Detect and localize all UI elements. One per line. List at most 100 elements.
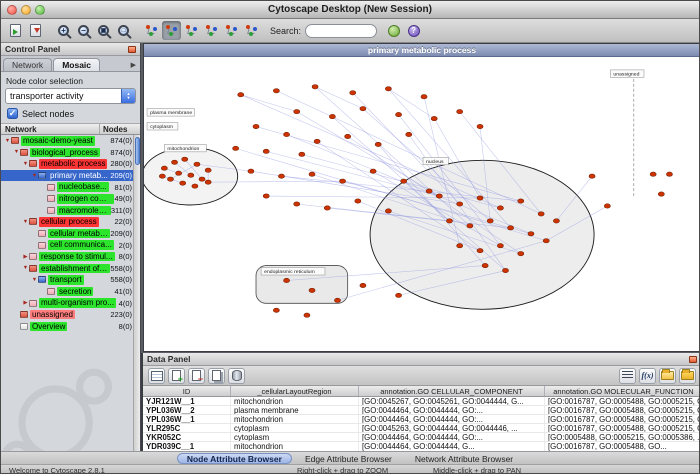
filter-icon[interactable] [222,21,241,40]
graph-node[interactable] [446,219,452,223]
tree-expand-icon[interactable]: ▼ [31,277,38,283]
graph-node[interactable] [497,206,503,210]
search-input[interactable] [305,24,377,38]
tree-item-secretion[interactable]: secretion41(0) [1,286,140,298]
graph-node[interactable] [518,199,524,203]
graph-node[interactable] [457,244,463,248]
table-cell[interactable]: [GO:0044464, GO:0044444, GO:... [359,415,545,423]
graph-node[interactable] [355,199,361,203]
graph-node[interactable] [518,251,524,255]
create-network-view-icon[interactable] [162,21,181,40]
table-cell[interactable]: [GO:0044464, GO:0044444, GO:... [359,433,545,441]
graph-node[interactable] [482,263,488,267]
table-cell[interactable]: YJR121W__1 [143,397,231,405]
graph-node[interactable] [457,109,463,113]
graph-node[interactable] [477,196,483,200]
graph-node[interactable] [553,219,559,223]
table-cell[interactable]: cytoplasm [231,424,359,432]
select-attributes-icon[interactable] [148,368,165,384]
annotation-icon[interactable] [242,21,261,40]
graph-node[interactable] [502,268,508,272]
graph-node[interactable] [401,179,407,183]
tree-item-multi-organism-pro[interactable]: ▶multi-organism pro...4(0) [1,297,140,309]
tree-expand-icon[interactable]: ▼ [22,265,29,271]
graph-node[interactable] [426,189,432,193]
tree-item-nitrogen-compo[interactable]: nitrogen compo...49(0) [1,193,140,205]
table-row-ypl036w-2[interactable]: YPL036W__2plasma membrane[GO:0044464, GO… [143,406,700,415]
graph-node[interactable] [309,172,315,176]
function-builder-icon[interactable]: f(x) [639,368,656,384]
graph-node[interactable] [263,194,269,198]
tree-scrollbar-thumb[interactable] [135,137,140,165]
table-row-ylr295c[interactable]: YLR295Ccytoplasm[GO:0045263, GO:0044444,… [143,424,700,433]
table-cell[interactable]: plasma membrane [231,406,359,414]
table-cell[interactable]: YPL036W__2 [143,406,231,414]
tree-expand-icon[interactable]: ▶ [22,300,29,306]
graph-node[interactable] [385,87,391,91]
graph-node[interactable] [171,160,177,164]
tree-item-macromolecule[interactable]: macromolecule...311(0) [1,205,140,217]
float-panel-icon[interactable] [128,46,136,53]
graph-node[interactable] [508,226,514,230]
tree-item-transport[interactable]: ▼transport558(0) [1,274,140,286]
column-header-annotation-go-molecular-function[interactable]: annotation.GO MOLECULAR_FUNCTION [545,386,700,396]
row-options-icon[interactable] [619,368,636,384]
graph-node[interactable] [194,162,200,166]
graph-node[interactable] [666,172,672,176]
graph-node[interactable] [314,139,320,143]
graph-node[interactable] [294,202,300,206]
graph-node[interactable] [538,212,544,216]
table-cell[interactable]: cytoplasm [231,433,359,441]
dropdown-arrow-icon[interactable]: ▲▼ [121,89,135,103]
graph-node[interactable] [421,95,427,99]
graph-node[interactable] [205,168,211,172]
graph-node[interactable] [360,106,366,110]
table-cell[interactable]: [GO:0044464, GO:0044444, G... [359,442,545,450]
tree-item-unassigned[interactable]: unassigned223(0) [1,309,140,321]
tree-item-cellular-process[interactable]: ▼cellular process22(0) [1,216,140,228]
tab-network[interactable]: Network [3,58,52,71]
graph-node[interactable] [329,114,335,118]
graph-node[interactable] [159,174,165,178]
table-cell[interactable]: [GO:0016787, GO:0005488, GO... [545,442,700,450]
graph-node[interactable] [345,134,351,138]
table-cell[interactable]: [GO:0045267, GO:0045261, GO:0044444, G..… [359,397,545,405]
tree-item-biological-process[interactable]: ▼biological_process874(0) [1,147,140,159]
graph-node[interactable] [253,124,259,128]
table-row-ypl036w-1[interactable]: YPL036W__1mitochondrion[GO:0044464, GO:0… [143,415,700,424]
zoom-in-icon[interactable] [54,21,73,40]
tab-overflow-icon[interactable]: ▶ [131,61,140,71]
graph-node[interactable] [431,116,437,120]
graph-node[interactable] [188,173,194,177]
table-cell[interactable]: [GO:0005488, GO:0005215, GO:0005386, ... [545,433,700,441]
graph-node[interactable] [199,177,205,181]
plugin-manager-icon[interactable] [384,21,403,40]
graph-node[interactable] [233,146,239,150]
graph-node[interactable] [294,109,300,113]
graph-node[interactable] [487,219,493,223]
graph-edge[interactable] [388,89,434,119]
graph-node[interactable] [543,239,549,243]
graph-node[interactable] [299,152,305,156]
graph-node[interactable] [375,142,381,146]
graph-node[interactable] [589,174,595,178]
graph-node[interactable] [350,91,356,95]
column-header-annotation-go-cellular-component[interactable]: annotation.GO CELLULAR_COMPONENT [359,386,545,396]
graph-edge[interactable] [241,95,297,112]
database-icon[interactable] [228,368,245,384]
help-icon[interactable]: ? [404,21,423,40]
tree-item-metabolic-process[interactable]: ▼metabolic process280(0) [1,158,140,170]
graph-node[interactable] [497,244,503,248]
tree-item-mosaic-demo-yeast[interactable]: ▼mosaic-demo-yeast874(0) [1,135,140,147]
tree-expand-icon[interactable]: ▼ [13,149,20,155]
open-session-icon[interactable] [6,21,25,40]
table-row-ydr039c-1[interactable]: YDR039C__1mitochondrion[GO:0044464, GO:0… [143,442,700,451]
graph-node[interactable] [284,132,290,136]
graph-node[interactable] [273,308,279,312]
graph-node[interactable] [406,132,412,136]
tree-item-overview[interactable]: Overview8(0) [1,321,140,333]
tree-scrollbar[interactable] [133,135,140,451]
tree-item-cellular-metabo[interactable]: cellular metabo...209(0) [1,228,140,240]
graph-node[interactable] [396,112,402,116]
graph-node[interactable] [167,177,173,181]
